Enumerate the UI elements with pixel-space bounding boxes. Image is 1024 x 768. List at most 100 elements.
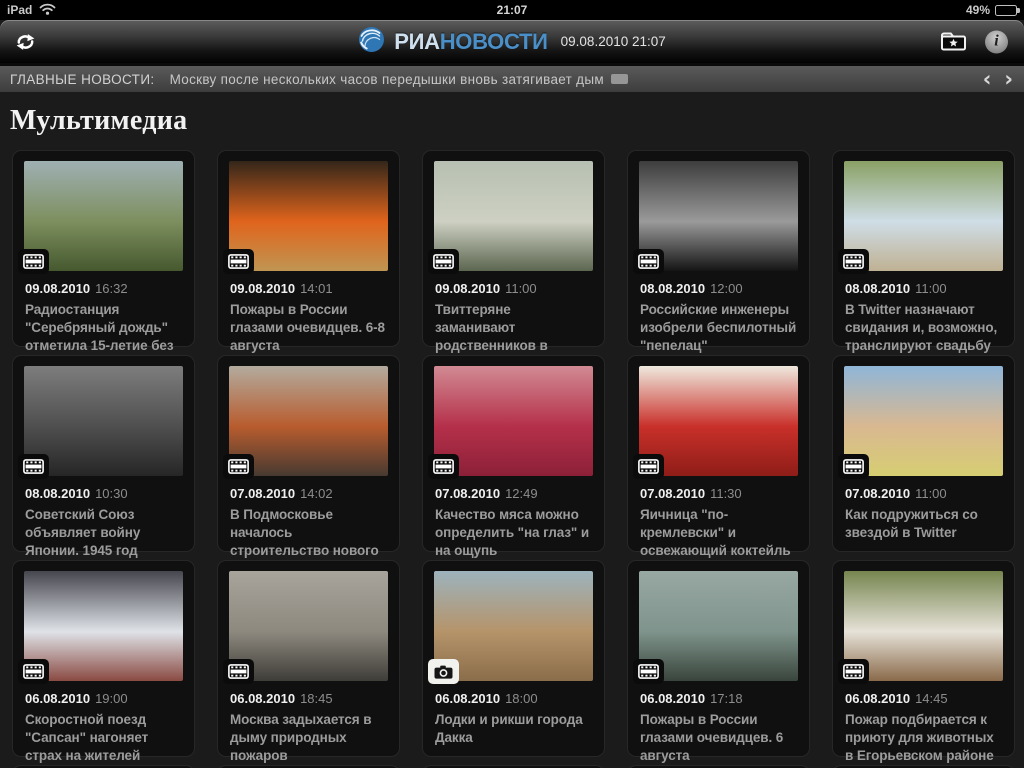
media-card[interactable]: 06.08.2010 17:18 Пожары в России глазами … (627, 560, 810, 763)
video-badge (223, 454, 254, 479)
media-card[interactable]: 09.08.2010 14:01 Пожары в России глазами … (217, 150, 400, 353)
media-card[interactable]: 07.08.2010 14:02 В Подмосковье началось с… (217, 355, 400, 593)
thumbnail (633, 366, 798, 479)
media-card[interactable]: 06.08.2010 19:00 Скоростной поезд "Сапсан… (12, 560, 195, 768)
card-title: Москва задыхается в дыму природных пожар… (230, 712, 372, 763)
card-title: Пожары в России глазами очевидцев. 6-8 а… (230, 302, 385, 353)
card-time: 10:30 (95, 486, 128, 501)
thumbnail (223, 571, 388, 684)
card-time: 19:00 (95, 691, 128, 706)
favorites-folder-button[interactable] (940, 32, 967, 52)
thumbnail (428, 366, 593, 479)
thumbnail (838, 571, 1003, 684)
card-time: 11:30 (710, 486, 742, 501)
card-title: Пожар подбирается к приюту для животных … (845, 712, 994, 763)
card-date: 08.08.2010 (640, 281, 706, 296)
card-date: 09.08.2010 (230, 281, 296, 296)
card-time: 11:00 (915, 486, 947, 501)
card-title: Пожары в России глазами очевидцев. 6 авг… (640, 712, 784, 763)
thumbnail (428, 161, 593, 274)
card-title: В Twitter назначают свидания и, возможно… (845, 302, 998, 353)
media-card[interactable]: 09.08.2010 11:00 Твиттеряне заманивают ро… (422, 150, 605, 370)
media-card[interactable]: 07.08.2010 11:00 Как подружиться со звезд… (832, 355, 1015, 552)
card-time: 14:45 (915, 691, 948, 706)
card-title: Российские инженеры изобрели беспилотный… (640, 302, 797, 353)
card-date: 09.08.2010 (25, 281, 91, 296)
status-clock: 21:07 (496, 3, 528, 17)
card-meta: 08.08.2010 10:30 (25, 486, 182, 501)
card-meta: 08.08.2010 11:00 (845, 281, 1002, 296)
thumbnail (838, 366, 1003, 479)
card-date: 08.08.2010 (25, 486, 91, 501)
video-badge (838, 249, 869, 274)
device-label: iPad (7, 3, 33, 17)
thumbnail (633, 571, 798, 684)
thumbnail (18, 161, 183, 274)
media-card[interactable]: 08.08.2010 12:00 Российские инженеры изоб… (627, 150, 810, 353)
media-card[interactable]: 08.08.2010 10:30 Советский Союз объявляет… (12, 355, 195, 558)
card-meta: 09.08.2010 14:01 (230, 281, 387, 296)
card-meta: 09.08.2010 16:32 (25, 281, 182, 296)
card-date: 06.08.2010 (640, 691, 706, 706)
battery-icon (995, 4, 1020, 16)
media-card[interactable]: 08.08.2010 11:00 В Twitter назначают свид… (832, 150, 1015, 353)
card-date: 06.08.2010 (230, 691, 296, 706)
ticker-next-button[interactable]: › (1003, 68, 1014, 90)
media-card[interactable]: 06.08.2010 18:00 Лодки и рикши города Дак… (422, 560, 605, 757)
ticker-prev-button[interactable]: ‹ (982, 68, 993, 90)
video-badge (633, 249, 664, 274)
thumbnail (18, 571, 183, 684)
thumbnail (428, 571, 593, 684)
card-date: 06.08.2010 (845, 691, 911, 706)
card-time: 18:00 (505, 691, 538, 706)
card-meta: 06.08.2010 14:45 (845, 691, 1002, 706)
card-title: Советский Союз объявляет войну Японии. 1… (25, 507, 141, 558)
folder-star-icon (940, 32, 967, 55)
video-badge (18, 249, 49, 274)
video-badge (838, 659, 869, 684)
media-card[interactable]: 06.08.2010 14:45 Пожар подбирается к прию… (832, 560, 1015, 763)
refresh-button[interactable] (15, 32, 36, 51)
video-badge (223, 659, 254, 684)
status-bar: iPad 21:07 49% (0, 0, 1024, 20)
video-badge (633, 454, 664, 479)
card-date: 08.08.2010 (845, 281, 911, 296)
refresh-icon (15, 33, 36, 54)
media-card[interactable]: 09.08.2010 16:32 Радиостанция "Серебряный… (12, 150, 195, 353)
card-meta: 06.08.2010 19:00 (25, 691, 182, 706)
navbar: РИАНОВОСТИ 09.08.2010 21:07 i (0, 20, 1024, 63)
card-date: 06.08.2010 (25, 691, 91, 706)
page-title: Мультимедиа (10, 105, 188, 136)
battery-percent: 49% (965, 3, 990, 17)
info-button[interactable]: i (985, 30, 1008, 53)
card-time: 18:45 (300, 691, 333, 706)
card-title: Как подружиться со звездой в Twitter (845, 507, 978, 540)
card-date: 06.08.2010 (435, 691, 501, 706)
info-icon: i (985, 30, 1008, 53)
card-time: 11:00 (505, 281, 537, 296)
card-meta: 07.08.2010 12:49 (435, 486, 592, 501)
card-meta: 09.08.2010 11:00 (435, 281, 592, 296)
card-date: 09.08.2010 (435, 281, 501, 296)
thumbnail (223, 366, 388, 479)
card-title: Радиостанция "Серебряный дождь" отметила… (25, 302, 174, 353)
media-card[interactable]: 06.08.2010 18:45 Москва задыхается в дыму… (217, 560, 400, 763)
card-meta: 07.08.2010 11:30 (640, 486, 797, 501)
video-badge (18, 454, 49, 479)
video-badge (18, 659, 49, 684)
video-badge (428, 454, 459, 479)
card-title: Скоростной поезд "Сапсан" нагоняет страх… (25, 712, 149, 768)
card-time: 14:01 (300, 281, 333, 296)
card-date: 07.08.2010 (435, 486, 501, 501)
video-badge (633, 659, 664, 684)
camera-badge (428, 659, 459, 684)
logo-novosti-text: НОВОСТИ (439, 28, 548, 54)
card-time: 14:02 (300, 486, 333, 501)
card-date: 07.08.2010 (230, 486, 296, 501)
media-card[interactable]: 07.08.2010 11:30 Яичница "по-кремлевски" … (627, 355, 810, 593)
card-date: 07.08.2010 (640, 486, 706, 501)
video-badge (428, 249, 459, 274)
card-title: Лодки и рикши города Дакка (435, 712, 583, 745)
ticker-headline[interactable]: Москву после нескольких часов передышки … (170, 72, 628, 87)
media-card[interactable]: 07.08.2010 12:49 Качество мяса можно опре… (422, 355, 605, 558)
